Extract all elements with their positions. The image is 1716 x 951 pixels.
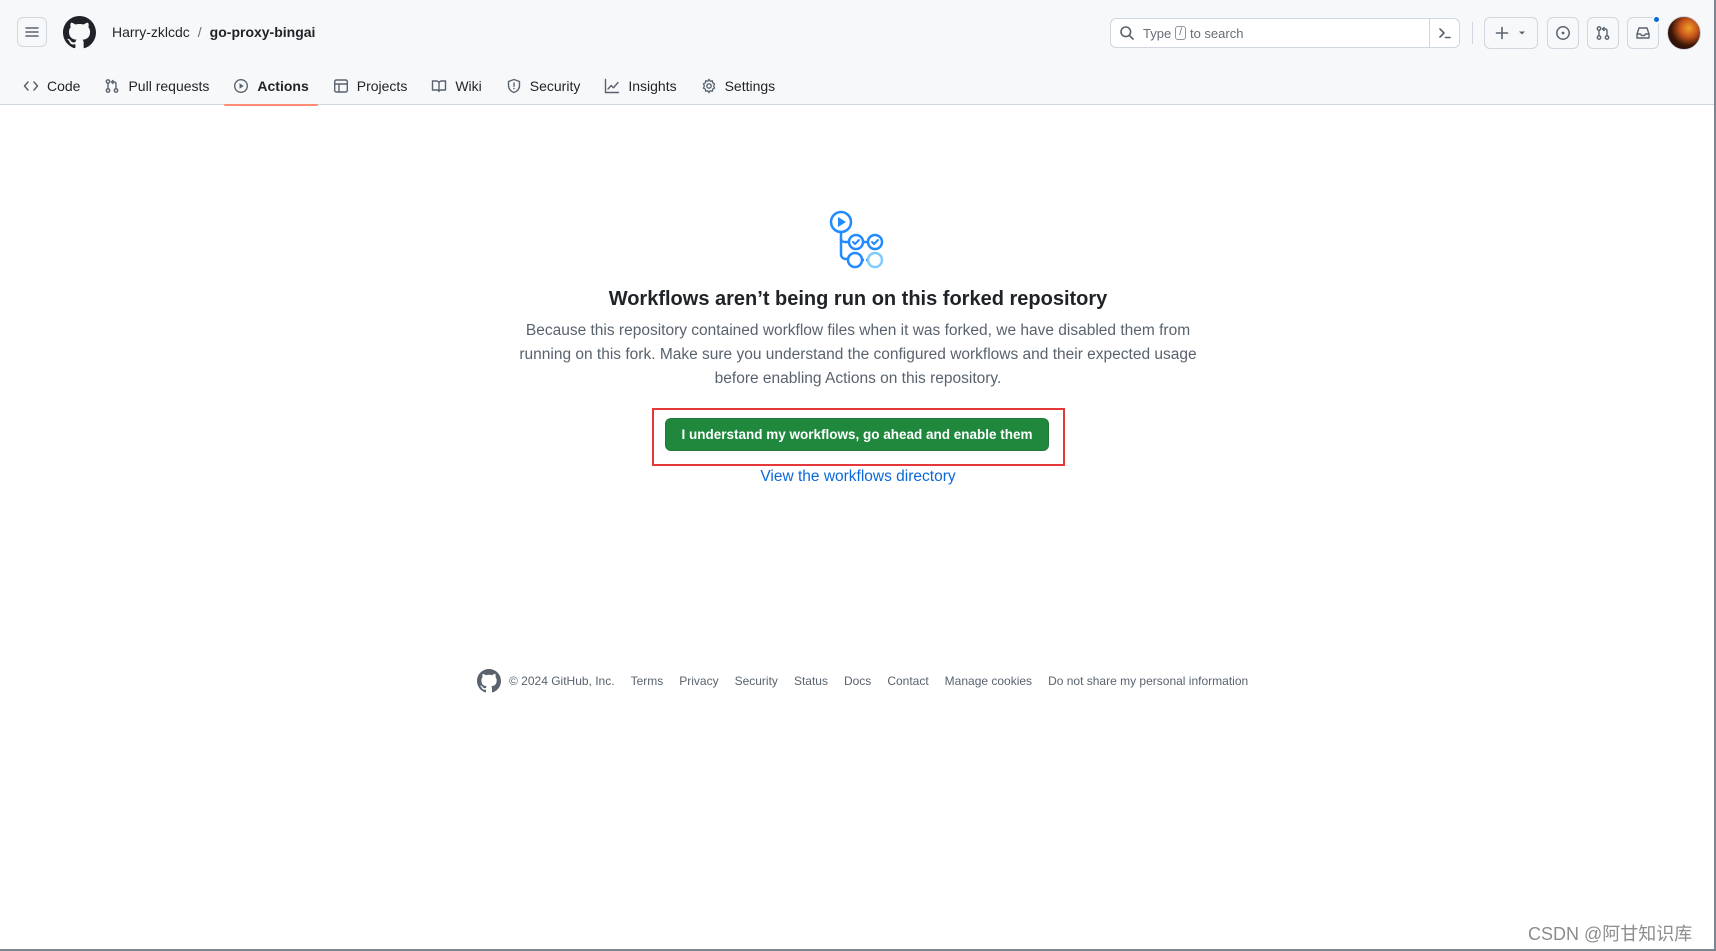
tab-label: Code — [47, 77, 81, 94]
footer-link-terms[interactable]: Terms — [631, 674, 664, 688]
app-header: Harry-zklcdc / go-proxy-bingai Type / to… — [0, 0, 1716, 106]
tab-wiki[interactable]: Wiki — [422, 66, 490, 105]
shield-icon — [507, 78, 520, 93]
search-icon — [1120, 26, 1134, 40]
tab-settings[interactable]: Settings — [692, 66, 785, 105]
footer-link-status[interactable]: Status — [794, 674, 828, 688]
tab-security[interactable]: Security — [497, 66, 590, 105]
site-footer: © 2024 GitHub, Inc. Terms Privacy Securi… — [477, 668, 1264, 694]
github-mark-icon[interactable] — [477, 669, 501, 693]
footer-link-do-not-share[interactable]: Do not share my personal information — [1048, 674, 1248, 688]
tab-label: Wiki — [455, 77, 482, 94]
footer-link-privacy[interactable]: Privacy — [679, 674, 718, 688]
tab-insights[interactable]: Insights — [595, 66, 685, 105]
command-palette-button[interactable] — [1429, 19, 1459, 47]
tab-label: Actions — [257, 77, 309, 94]
enable-workflows-button[interactable]: I understand my workflows, go ahead and … — [665, 418, 1049, 451]
repo-nav-tabs: Code Pull requests Actions Projects Wiki… — [14, 66, 790, 106]
footer-copyright: © 2024 GitHub, Inc. — [509, 674, 615, 688]
tab-projects[interactable]: Projects — [324, 66, 417, 105]
notification-indicator — [1652, 15, 1661, 24]
table-icon — [333, 78, 348, 93]
watermark: CSDN @阿甘知识库 — [1528, 924, 1693, 944]
play-icon — [234, 78, 249, 93]
workflows-directory-link-text[interactable]: View the workflows directory — [760, 468, 955, 485]
triangle-down-icon — [1519, 31, 1525, 35]
search-placeholder-prefix: Type — [1143, 25, 1172, 41]
header-divider — [1472, 22, 1473, 44]
search-shortcut-key: / — [1175, 26, 1186, 40]
tab-label: Insights — [628, 77, 677, 94]
tab-pull-requests[interactable]: Pull requests — [95, 66, 218, 105]
search-input[interactable]: Type / to search — [1110, 18, 1460, 48]
blankslate-title: Workflows aren’t being run on this forke… — [608, 288, 1108, 310]
pull-requests-button[interactable] — [1587, 17, 1619, 49]
footer-link-contact[interactable]: Contact — [887, 674, 928, 688]
gear-icon — [702, 78, 715, 93]
code-icon — [23, 80, 39, 91]
graph-icon — [605, 78, 620, 93]
workflows-directory-link: View the workflows directory — [0, 468, 1716, 486]
footer-link-security[interactable]: Security — [735, 674, 778, 688]
tab-label: Settings — [724, 77, 776, 94]
tab-code[interactable]: Code — [14, 66, 89, 105]
plus-icon — [1495, 26, 1509, 40]
top-bar: Harry-zklcdc / go-proxy-bingai Type / to… — [0, 0, 1716, 66]
workflow-icon — [829, 210, 884, 269]
issues-button[interactable] — [1547, 17, 1579, 49]
command-palette-icon — [1438, 28, 1451, 39]
user-avatar[interactable] — [1667, 16, 1701, 50]
search-placeholder-suffix: to search — [1189, 25, 1244, 41]
breadcrumb-separator: / — [197, 24, 202, 40]
issue-opened-icon — [1556, 26, 1570, 40]
open-menu-button[interactable] — [17, 17, 47, 47]
footer-link-docs[interactable]: Docs — [844, 674, 871, 688]
breadcrumb: Harry-zklcdc / go-proxy-bingai — [112, 24, 315, 40]
book-icon — [432, 79, 447, 92]
tab-label: Pull requests — [128, 77, 210, 94]
blankslate-description: Because this repository contained workfl… — [519, 322, 1197, 387]
hamburger-icon — [25, 27, 39, 37]
git-pull-request-icon — [106, 78, 119, 93]
breadcrumb-owner-link[interactable]: Harry-zklcdc — [112, 24, 190, 40]
tab-label: Projects — [356, 77, 408, 94]
footer-link-manage-cookies[interactable]: Manage cookies — [945, 674, 1032, 688]
github-mark-icon[interactable] — [63, 16, 96, 49]
create-new-button[interactable] — [1484, 17, 1538, 49]
git-pull-request-icon — [1596, 26, 1610, 40]
breadcrumb-repo-link[interactable]: go-proxy-bingai — [210, 24, 316, 40]
tab-actions[interactable]: Actions — [224, 66, 319, 106]
tab-label: Security — [529, 77, 581, 94]
inbox-icon — [1636, 27, 1650, 39]
